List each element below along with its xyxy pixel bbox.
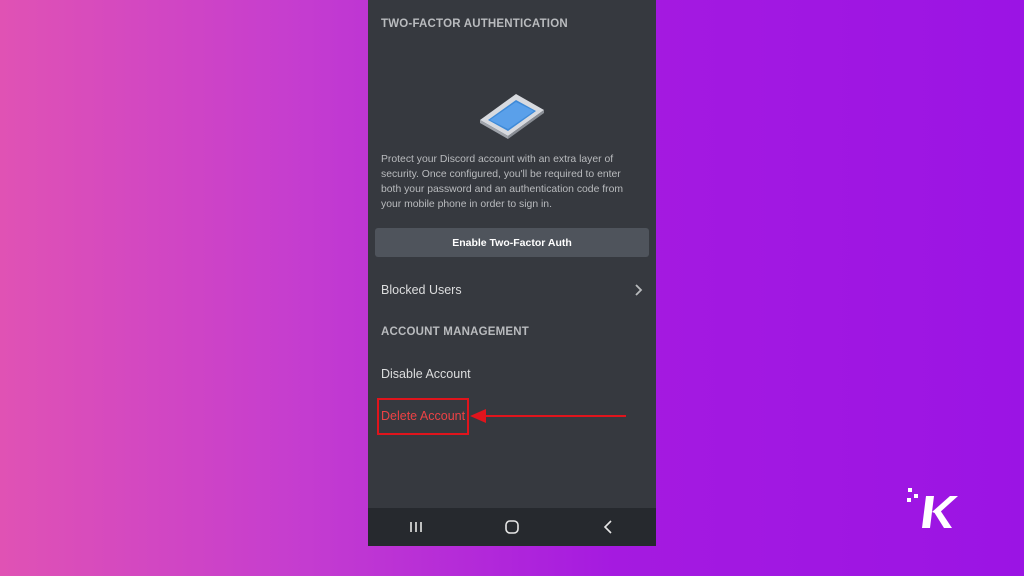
account-management-header: ACCOUNT MANAGEMENT xyxy=(381,326,529,338)
phone-illustration-icon xyxy=(480,94,544,139)
blocked-users-label: Blocked Users xyxy=(381,283,462,297)
recent-apps-button[interactable] xyxy=(405,516,427,538)
back-button[interactable] xyxy=(597,516,619,538)
k-logo-icon xyxy=(907,488,958,528)
annotation-arrow-icon xyxy=(470,409,626,423)
recent-apps-icon xyxy=(410,522,422,532)
delete-account-highlight-box xyxy=(377,398,469,435)
blocked-users-row[interactable]: Blocked Users xyxy=(381,283,643,297)
two-factor-description: Protect your Discord account with an ext… xyxy=(381,154,624,210)
two-factor-header: TWO-FACTOR AUTHENTICATION xyxy=(381,18,568,30)
android-nav-bar xyxy=(368,508,656,546)
enable-two-factor-button[interactable]: Enable Two-Factor Auth xyxy=(375,228,649,257)
disable-account-row[interactable]: Disable Account xyxy=(381,367,471,381)
home-icon xyxy=(505,520,519,534)
chevron-right-icon xyxy=(635,284,643,296)
home-button[interactable] xyxy=(501,516,523,538)
back-icon xyxy=(603,520,612,534)
phone-screen: TWO-FACTOR AUTHENTICATION Protect your D… xyxy=(368,0,656,546)
